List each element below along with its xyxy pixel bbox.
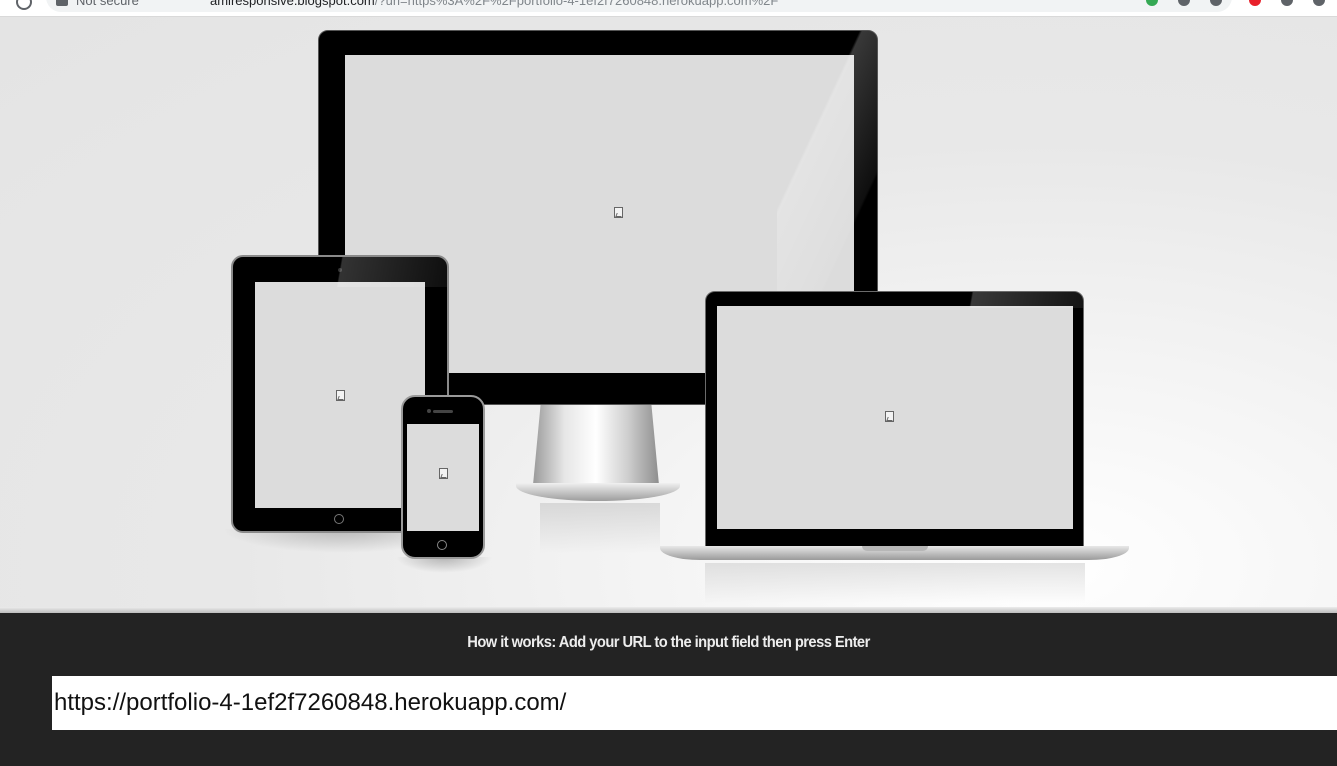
broken-image-icon [885, 411, 894, 422]
phone-device [401, 395, 485, 559]
not-secure-icon[interactable] [56, 0, 68, 6]
phone-speaker [433, 410, 453, 413]
security-label: Not secure [76, 0, 139, 8]
how-it-works-text: How it works: Add your URL to the input … [467, 634, 870, 651]
tablet-gloss [313, 257, 447, 287]
laptop-notch [862, 546, 928, 551]
url-path: /?url=https%3A%2F%2Fportfolio-4-1ef2f726… [374, 0, 779, 8]
url-input[interactable] [52, 676, 1337, 730]
phone-shadow [396, 557, 492, 573]
monitor-stand-base [516, 483, 680, 501]
device-mockup-stage [0, 17, 1337, 613]
laptop-device [705, 291, 1084, 547]
browser-toolbar: Not secure amiresponsive.blogspot.com/?u… [0, 0, 1337, 17]
address-url[interactable]: amiresponsive.blogspot.com/?url=https%3A… [210, 0, 778, 8]
extensions-puzzle-icon[interactable] [1281, 0, 1293, 6]
broken-image-icon [614, 207, 623, 218]
laptop-gloss [923, 292, 1083, 308]
tablet-screen [255, 282, 425, 508]
monitor-stand-neck [533, 405, 659, 485]
laptop-reflection [705, 563, 1085, 603]
broken-image-icon [439, 468, 448, 479]
phone-home-button [437, 540, 447, 550]
phone-screen [407, 424, 479, 531]
tablet-home-button [334, 514, 344, 524]
address-bar[interactable]: Not secure amiresponsive.blogspot.com/?u… [46, 0, 1232, 12]
reload-icon[interactable] [16, 0, 32, 10]
laptop-screen [717, 306, 1073, 529]
adblock-icon[interactable] [1249, 0, 1261, 6]
profile-icon[interactable] [1313, 0, 1325, 6]
phone-camera [427, 409, 431, 413]
url-host: amiresponsive.blogspot.com [210, 0, 375, 8]
monitor-stand-reflection [540, 503, 660, 553]
broken-image-icon [336, 390, 345, 401]
url-input-bar: How it works: Add your URL to the input … [0, 613, 1337, 766]
